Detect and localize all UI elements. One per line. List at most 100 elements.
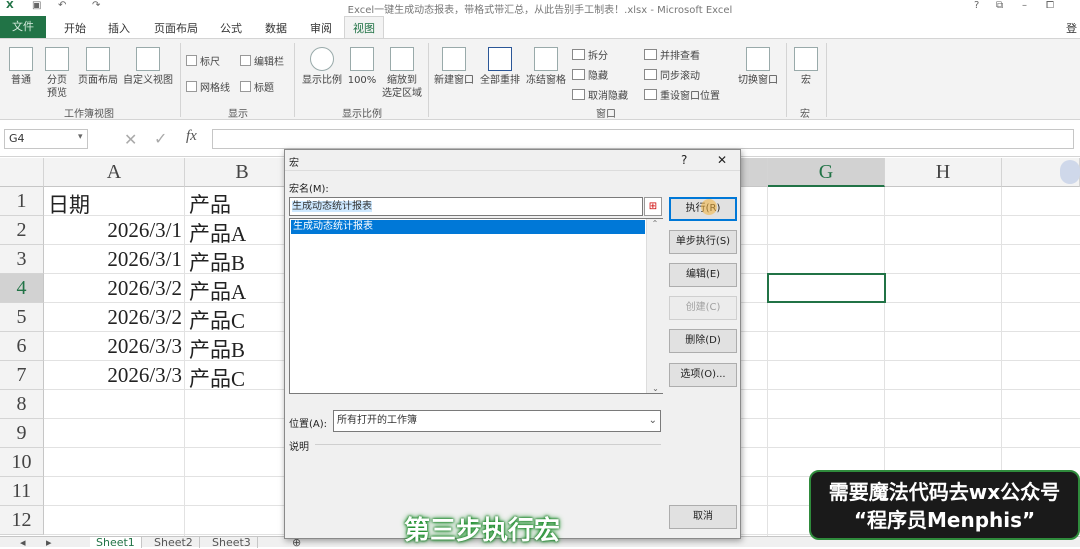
gridline <box>184 187 185 536</box>
unhide-button[interactable]: 取消隐藏 <box>572 87 628 102</box>
row-header[interactable]: 7 <box>0 361 44 390</box>
cancel-button[interactable]: 取消 <box>669 505 737 529</box>
page-break-preview-button[interactable]: 分页 预览 <box>40 47 74 100</box>
dialog-close-button[interactable]: ✕ <box>717 153 727 167</box>
namebox-dropdown-icon[interactable]: ▾ <box>78 132 83 142</box>
row-header[interactable]: 11 <box>0 477 44 506</box>
login-link[interactable]: 登 <box>1066 20 1077 36</box>
row-header[interactable]: 4 <box>0 274 44 303</box>
cell-product[interactable]: 产品C <box>189 363 245 393</box>
selected-cell-G4[interactable] <box>767 273 886 303</box>
tab-review[interactable]: 审阅 <box>310 20 332 36</box>
tab-data[interactable]: 数据 <box>265 20 287 36</box>
row-header[interactable]: 12 <box>0 506 44 535</box>
row-header[interactable]: 1 <box>0 187 44 216</box>
macro-name-input[interactable]: 生成动态统计报表 <box>289 197 643 216</box>
row-header[interactable]: 6 <box>0 332 44 361</box>
scroll-right-icon[interactable]: ▸ <box>40 537 58 548</box>
zoom-button[interactable]: 显示比例 <box>300 47 344 87</box>
page-layout-view-button[interactable]: 页面布局 <box>76 47 120 87</box>
cell-date[interactable]: 日期 <box>48 189 90 219</box>
arrange-all-button[interactable]: 全部重排 <box>478 47 522 87</box>
cell-product[interactable]: 产品B <box>189 334 245 364</box>
sheet-tab-sheet1[interactable]: Sheet1 <box>90 537 142 548</box>
custom-views-button[interactable]: 自定义视图 <box>122 47 174 87</box>
cell-product[interactable]: 产品A <box>189 276 246 306</box>
column-header[interactable]: B <box>185 158 300 187</box>
restore-icon[interactable]: ⧠ <box>1046 0 1054 11</box>
step-into-button[interactable]: 单步执行(S) <box>669 230 737 254</box>
cell-product[interactable]: 产品C <box>189 305 245 335</box>
reset-window-button[interactable]: 重设窗口位置 <box>644 87 720 102</box>
column-header[interactable]: H <box>885 158 1002 187</box>
cell-date[interactable]: 2026/3/2 <box>44 276 182 301</box>
minimize-icon[interactable]: – <box>1022 0 1027 11</box>
ribbon-display-icon[interactable]: ⧉ <box>996 0 1003 11</box>
sync-scroll-button[interactable]: 同步滚动 <box>644 67 700 82</box>
cell-product[interactable]: 产品B <box>189 247 245 277</box>
cancel-icon[interactable]: ✕ <box>124 130 137 149</box>
tab-home[interactable]: 开始 <box>64 20 86 36</box>
row-header[interactable]: 3 <box>0 245 44 274</box>
cell-product[interactable]: 产品A <box>189 218 246 248</box>
switch-windows-icon <box>746 47 770 71</box>
collapse-dialog-icon[interactable]: ⊞ <box>644 197 662 216</box>
view-side-by-side-button[interactable]: 并排查看 <box>644 47 700 62</box>
gridlines-checkbox[interactable]: 网格线 <box>186 79 230 94</box>
tab-formulas[interactable]: 公式 <box>220 20 242 36</box>
scroll-down-icon[interactable]: ⌄ <box>647 384 664 393</box>
ruler-checkbox[interactable]: 标尺 <box>186 53 220 68</box>
insert-function-icon[interactable]: fx <box>186 128 197 145</box>
dialog-help-button[interactable]: ? <box>681 153 687 167</box>
cell-date[interactable]: 2026/3/1 <box>44 218 182 243</box>
headings-checkbox[interactable]: 标题 <box>240 79 274 94</box>
column-header[interactable]: G <box>768 158 885 187</box>
scroll-thumb-icon[interactable] <box>1060 160 1080 184</box>
cell-product[interactable]: 产品 <box>189 189 231 219</box>
zoom-100-button[interactable]: 100% <box>346 47 378 87</box>
scroll-left-icon[interactable]: ◂ <box>14 537 32 548</box>
select-all-corner[interactable] <box>0 158 44 187</box>
macros-button[interactable]: 宏 <box>792 47 820 87</box>
new-window-icon <box>442 47 466 71</box>
row-header[interactable]: 2 <box>0 216 44 245</box>
cell-date[interactable]: 2026/3/3 <box>44 363 182 388</box>
tab-insert[interactable]: 插入 <box>108 20 130 36</box>
cursor-highlight <box>701 199 717 215</box>
hide-button[interactable]: 隐藏 <box>572 67 608 82</box>
row-header[interactable]: 10 <box>0 448 44 477</box>
tab-file[interactable]: 文件 <box>0 16 46 38</box>
formula-input[interactable] <box>212 129 1074 149</box>
list-scrollbar[interactable]: ⌃ ⌄ <box>646 219 663 393</box>
edit-button[interactable]: 编辑(E) <box>669 263 737 287</box>
row-header[interactable]: 5 <box>0 303 44 332</box>
freeze-panes-button[interactable]: 冻结窗格 <box>524 47 568 87</box>
macro-list[interactable]: 生成动态统计报表 ⌃ ⌄ <box>289 218 663 394</box>
name-box[interactable]: G4 <box>4 129 88 149</box>
macro-list-item[interactable]: 生成动态统计报表 <box>291 220 645 234</box>
location-select[interactable]: 所有打开的工作簿 ⌄ <box>333 410 661 432</box>
scroll-up-icon[interactable]: ⌃ <box>647 219 663 228</box>
switch-windows-button[interactable]: 切换窗口 <box>734 47 782 87</box>
tab-page-layout[interactable]: 页面布局 <box>154 20 198 36</box>
normal-view-button[interactable]: 普通 <box>4 47 38 87</box>
column-header[interactable]: A <box>44 158 185 187</box>
sheet-tab-sheet2[interactable]: Sheet2 <box>148 537 200 548</box>
row-header[interactable]: 9 <box>0 419 44 448</box>
description-divider <box>315 444 661 445</box>
chevron-down-icon: ⌄ <box>648 415 657 426</box>
cell-date[interactable]: 2026/3/3 <box>44 334 182 359</box>
options-button[interactable]: 选项(O)... <box>669 363 737 387</box>
new-window-button[interactable]: 新建窗口 <box>432 47 476 87</box>
cell-date[interactable]: 2026/3/2 <box>44 305 182 330</box>
formula-bar-checkbox[interactable]: 编辑栏 <box>240 53 284 68</box>
column-header-partial[interactable] <box>740 158 768 187</box>
zoom-to-selection-button[interactable]: 缩放到 选定区域 <box>380 47 424 100</box>
delete-button[interactable]: 删除(D) <box>669 329 737 353</box>
enter-icon[interactable]: ✓ <box>154 129 167 148</box>
split-button[interactable]: 拆分 <box>572 47 608 62</box>
cell-date[interactable]: 2026/3/1 <box>44 247 182 272</box>
help-icon[interactable]: ? <box>974 0 979 11</box>
sheet-tab-sheet3[interactable]: Sheet3 <box>206 537 258 548</box>
row-header[interactable]: 8 <box>0 390 44 419</box>
